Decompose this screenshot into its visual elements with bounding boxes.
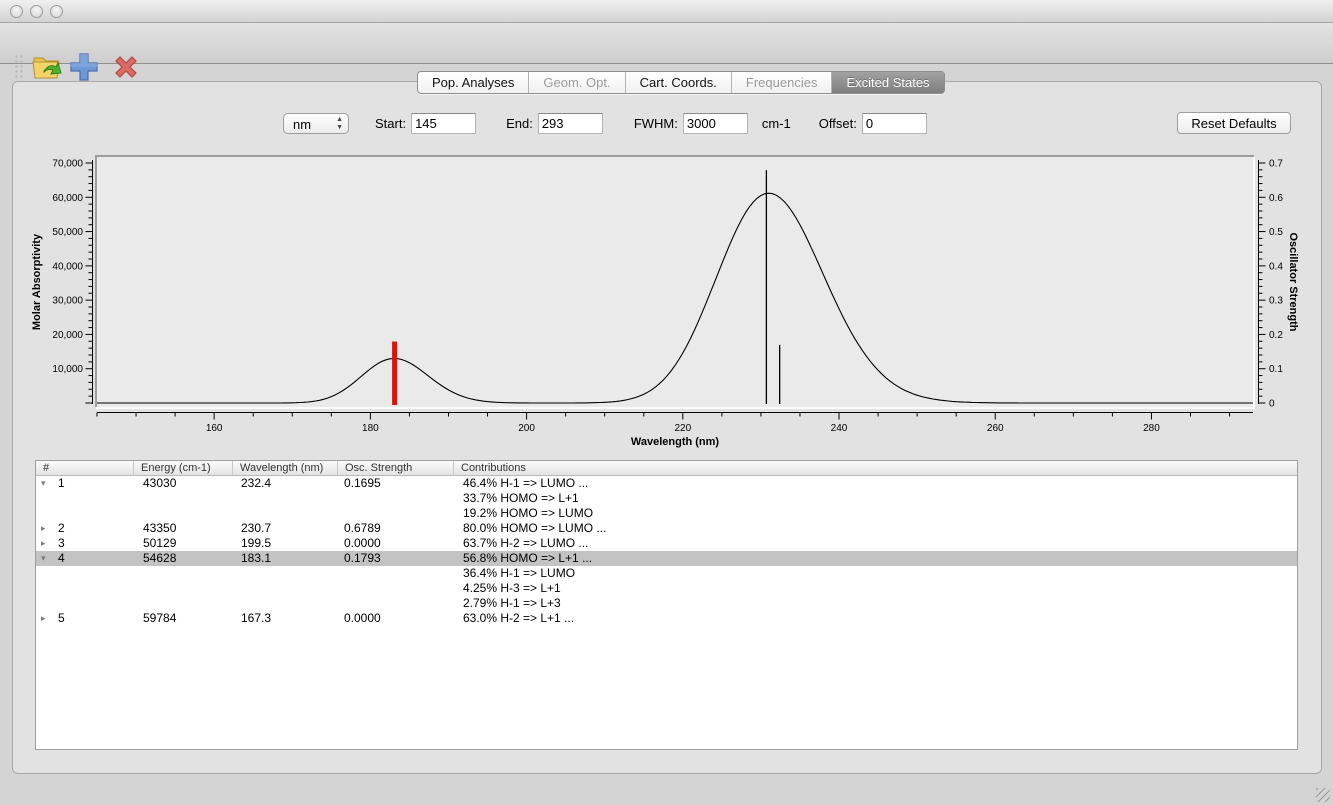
svg-text:200: 200: [518, 423, 535, 434]
svg-text:260: 260: [987, 423, 1004, 434]
table-row-state-1[interactable]: ▾143030232.40.169546.4% H-1 => LUMO ...: [36, 476, 1297, 491]
expand-row-icon[interactable]: ▸: [41, 521, 46, 536]
table-row-state-4[interactable]: ▾454628183.10.179356.8% HOMO => L+1 ...: [36, 551, 1297, 566]
table-row-state-5[interactable]: ▸559784167.30.000063.0% H-2 => L+1 ...: [36, 611, 1297, 626]
spectrum-plot[interactable]: 10,000 20,000 30,000 40,000 50,000 60,000 70,0…: [0, 0, 1333, 460]
column-header-wavelength-nm[interactable]: Wavelength (nm): [233, 461, 338, 475]
svg-text:0.7: 0.7: [1269, 159, 1283, 170]
svg-text:0.6: 0.6: [1269, 193, 1283, 204]
expand-row-icon[interactable]: ▸: [41, 536, 46, 551]
svg-text:0.4: 0.4: [1269, 261, 1283, 272]
svg-text:10,000: 10,000: [52, 364, 83, 375]
svg-text:Molar Absorptivity: Molar Absorptivity: [31, 233, 43, 330]
column-header-contributions[interactable]: Contributions: [454, 461, 1297, 475]
table-body: ▾143030232.40.169546.4% H-1 => LUMO ...3…: [36, 476, 1297, 626]
contribution-sub-row[interactable]: 33.7% HOMO => L+1: [36, 491, 1297, 506]
table-header[interactable]: #Energy (cm-1)Wavelength (nm)Osc. Streng…: [36, 461, 1297, 476]
svg-text:70,000: 70,000: [52, 159, 83, 170]
contribution-sub-row[interactable]: 19.2% HOMO => LUMO: [36, 506, 1297, 521]
svg-text:30,000: 30,000: [52, 296, 83, 307]
svg-text:280: 280: [1143, 423, 1160, 434]
svg-text:Oscillator Strength: Oscillator Strength: [1287, 232, 1299, 331]
svg-text:0.2: 0.2: [1269, 330, 1283, 341]
contribution-sub-row[interactable]: 36.4% H-1 => LUMO: [36, 566, 1297, 581]
excited-states-table: #Energy (cm-1)Wavelength (nm)Osc. Streng…: [35, 460, 1298, 750]
svg-text:20,000: 20,000: [52, 330, 83, 341]
svg-text:0.5: 0.5: [1269, 227, 1283, 238]
collapse-row-icon[interactable]: ▾: [41, 476, 46, 491]
column-header-osc-strength[interactable]: Osc. Strength: [338, 461, 454, 475]
svg-text:60,000: 60,000: [52, 193, 83, 204]
contribution-sub-row[interactable]: 4.25% H-3 => L+1: [36, 581, 1297, 596]
svg-text:40,000: 40,000: [52, 261, 83, 272]
collapse-row-icon[interactable]: ▾: [41, 551, 46, 566]
table-row-state-3[interactable]: ▸350129199.50.000063.7% H-2 => LUMO ...: [36, 536, 1297, 551]
contribution-sub-row[interactable]: 2.79% H-1 => L+3: [36, 596, 1297, 611]
svg-text:160: 160: [206, 423, 223, 434]
svg-text:0: 0: [1269, 399, 1275, 410]
resize-grip[interactable]: [1316, 788, 1330, 802]
expand-row-icon[interactable]: ▸: [41, 611, 46, 626]
table-row-state-2[interactable]: ▸243350230.70.678980.0% HOMO => LUMO ...: [36, 521, 1297, 536]
svg-text:50,000: 50,000: [52, 227, 83, 238]
svg-text:Wavelength (nm): Wavelength (nm): [631, 436, 720, 448]
svg-text:240: 240: [831, 423, 848, 434]
column-header-energy-cm-1[interactable]: Energy (cm-1): [134, 461, 233, 475]
column-header-[interactable]: #: [36, 461, 134, 475]
svg-text:0.1: 0.1: [1269, 364, 1283, 375]
svg-text:220: 220: [674, 423, 691, 434]
svg-text:0.3: 0.3: [1269, 296, 1283, 307]
svg-text:180: 180: [362, 423, 379, 434]
